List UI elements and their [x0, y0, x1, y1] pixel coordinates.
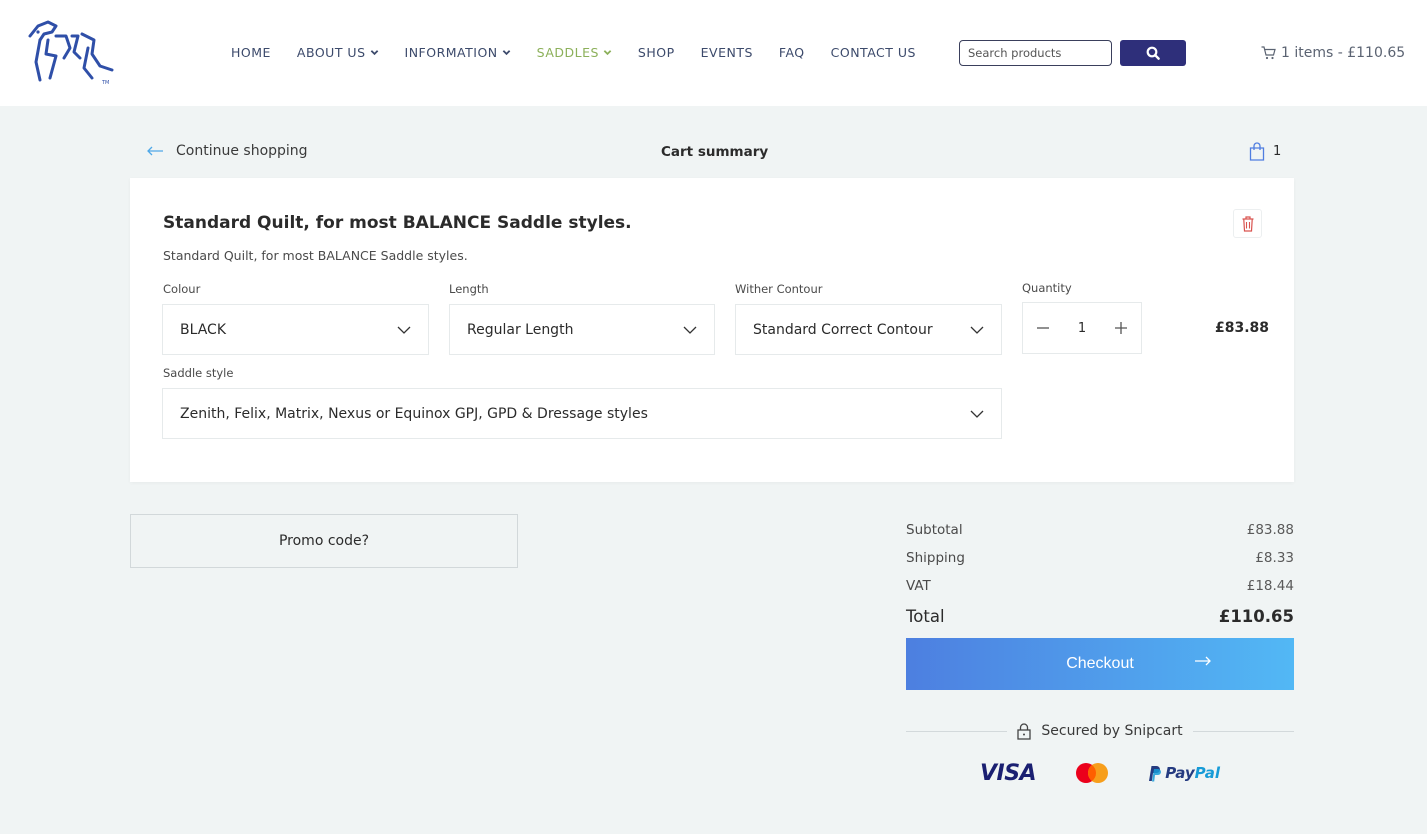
subtotal-value: £83.88: [1246, 522, 1294, 538]
subtotal-row: Subtotal £83.88: [906, 516, 1294, 544]
continue-shopping-label: Continue shopping: [176, 143, 308, 159]
wither-contour-value: Standard Correct Contour: [753, 321, 933, 338]
vat-row: VAT £18.44: [906, 572, 1294, 600]
saddle-style-select[interactable]: Zenith, Felix, Matrix, Nexus or Equinox …: [162, 388, 1002, 439]
order-summary: Subtotal £83.88 Shipping £8.33 VAT £18.4…: [906, 516, 1294, 632]
wither-contour-label: Wither Contour: [735, 282, 823, 296]
saddle-style-value: Zenith, Felix, Matrix, Nexus or Equinox …: [180, 405, 648, 422]
paypal-logo: Pay Pal: [1147, 764, 1220, 782]
svg-text:TM: TM: [101, 80, 109, 86]
length-value: Regular Length: [467, 321, 574, 338]
nav-contact-us[interactable]: CONTACT US: [831, 45, 916, 60]
arrow-left-icon: [147, 146, 163, 156]
minus-icon: [1037, 327, 1049, 329]
shipping-label: Shipping: [906, 550, 965, 566]
increase-quantity-button[interactable]: [1113, 320, 1129, 336]
nav-shop-label: SHOP: [637, 45, 675, 60]
horse-logo-icon: TM: [28, 20, 114, 86]
nav-home-label: HOME: [231, 45, 271, 60]
remove-item-button[interactable]: [1233, 209, 1262, 238]
length-select[interactable]: Regular Length: [449, 304, 715, 355]
quantity-label: Quantity: [1022, 281, 1072, 295]
quantity-stepper: 1: [1022, 302, 1142, 354]
nav-information[interactable]: INFORMATION: [405, 45, 511, 60]
nav-saddles-label: SADDLES: [536, 45, 599, 60]
chevron-down-icon: [970, 326, 984, 334]
total-label: Total: [906, 606, 945, 626]
paypal-p-icon: [1149, 765, 1162, 781]
header-cart-label: 1 items - £110.65: [1281, 45, 1406, 61]
balance-horse-logo[interactable]: TM: [26, 18, 118, 86]
nav-events[interactable]: EVENTS: [701, 45, 753, 60]
lock-icon: [1017, 722, 1032, 740]
search-icon: [1146, 46, 1160, 60]
secured-by-snipcart: Secured by Snipcart: [906, 720, 1294, 742]
nav-faq[interactable]: FAQ: [779, 45, 805, 60]
nav-shop[interactable]: SHOP: [638, 45, 675, 60]
vat-label: VAT: [906, 578, 931, 594]
total-row: Total £110.65: [906, 600, 1294, 632]
item-price: £83.88: [1215, 320, 1270, 336]
total-value: £110.65: [1218, 606, 1294, 626]
main-nav: HOME ABOUT US INFORMATION SADDLES SHOP E…: [231, 45, 942, 60]
subtotal-label: Subtotal: [906, 522, 963, 538]
chevron-down-icon: [603, 50, 612, 56]
cart-summary-title: Cart summary: [661, 144, 769, 160]
chevron-down-icon: [397, 326, 411, 334]
site-header: TM HOME ABOUT US INFORMATION SADDLES SHO…: [0, 0, 1427, 106]
shipping-value: £8.33: [1255, 550, 1294, 566]
payment-methods: VISA Pay Pal: [980, 758, 1220, 788]
colour-label: Colour: [163, 282, 201, 296]
bag-count-value: 1: [1273, 144, 1282, 159]
shopping-cart-icon: [1261, 46, 1276, 60]
cart-item-card: Standard Quilt, for most BALANCE Saddle …: [130, 178, 1294, 482]
item-title: Standard Quilt, for most BALANCE Saddle …: [163, 213, 632, 233]
search-button[interactable]: [1120, 40, 1186, 66]
secured-badge: Secured by Snipcart: [1007, 722, 1192, 740]
trash-icon: [1242, 215, 1253, 232]
nav-faq-label: FAQ: [778, 45, 805, 60]
paypal-pal-text: Pal: [1194, 764, 1220, 782]
promo-code-button[interactable]: Promo code?: [130, 514, 518, 568]
nav-about-us[interactable]: ABOUT US: [297, 45, 379, 60]
wither-contour-select[interactable]: Standard Correct Contour: [735, 304, 1002, 355]
chevron-down-icon: [370, 50, 378, 56]
nav-contact-us-label: CONTACT US: [830, 45, 916, 60]
cart-bag-count[interactable]: 1: [1249, 142, 1281, 161]
shipping-row: Shipping £8.33: [906, 544, 1294, 572]
saddle-style-label: Saddle style: [163, 366, 234, 380]
arrow-right-icon: [1195, 656, 1211, 666]
chevron-down-icon: [683, 326, 697, 334]
header-cart-link[interactable]: 1 items - £110.65: [1261, 45, 1405, 61]
paypal-pay-text: Pay: [1165, 764, 1195, 782]
shopping-bag-icon: [1249, 142, 1265, 161]
visa-logo: VISA: [980, 760, 1037, 786]
nav-saddles[interactable]: SADDLES: [537, 45, 612, 60]
colour-value: BLACK: [180, 321, 227, 338]
promo-code-label: Promo code?: [278, 533, 370, 549]
plus-icon: [1115, 322, 1127, 334]
divider-right: [1192, 730, 1294, 732]
colour-select[interactable]: BLACK: [162, 304, 429, 355]
chevron-down-icon: [502, 50, 510, 56]
item-description: Standard Quilt, for most BALANCE Saddle …: [163, 248, 468, 263]
checkout-button[interactable]: Checkout: [906, 638, 1294, 690]
nav-information-label: INFORMATION: [404, 45, 498, 60]
decrease-quantity-button[interactable]: [1035, 320, 1051, 336]
length-label: Length: [449, 282, 489, 296]
chevron-down-icon: [970, 410, 984, 418]
quantity-value[interactable]: 1: [1078, 321, 1086, 336]
vat-value: £18.44: [1246, 578, 1294, 594]
search-input[interactable]: [959, 40, 1112, 66]
mastercard-logo-icon: [1075, 763, 1108, 783]
nav-about-us-label: ABOUT US: [296, 45, 366, 60]
secured-label: Secured by Snipcart: [1041, 723, 1183, 739]
checkout-label: Checkout: [1066, 655, 1134, 672]
nav-events-label: EVENTS: [700, 45, 753, 60]
nav-home[interactable]: HOME: [231, 45, 271, 60]
divider-left: [906, 730, 1008, 732]
continue-shopping-link[interactable]: Continue shopping: [146, 143, 308, 159]
